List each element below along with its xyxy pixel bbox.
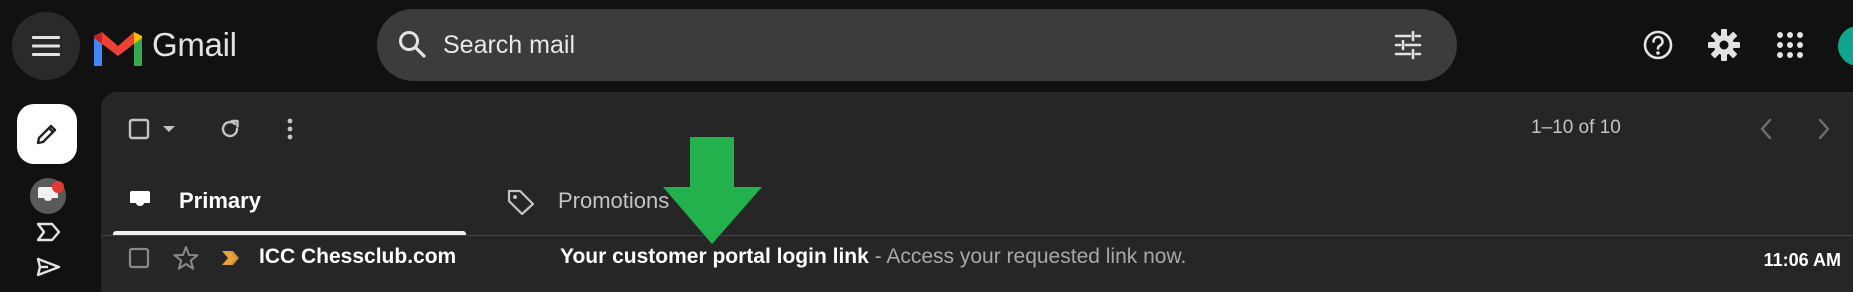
tab-promotions-label: Promotions — [558, 188, 670, 213]
inbox-icon — [129, 190, 151, 212]
chevron-left-icon — [1759, 118, 1773, 140]
compose-pencil-icon — [34, 121, 60, 147]
settings-button[interactable] — [1704, 25, 1744, 65]
older-button[interactable] — [1817, 118, 1831, 140]
more-vert-icon — [285, 117, 295, 141]
email-sender: ICC Chessclub.com — [259, 245, 457, 268]
refresh-button[interactable] — [218, 117, 242, 141]
checkbox-icon — [128, 247, 150, 269]
search-bar[interactable]: Search mail — [377, 9, 1457, 81]
more-options-button[interactable] — [285, 117, 295, 141]
checkbox-icon — [128, 118, 150, 140]
apps-button[interactable] — [1770, 25, 1810, 65]
email-snippet: - Access your requested link now. — [868, 245, 1187, 268]
app-name: Gmail — [152, 26, 237, 63]
label-icon[interactable] — [34, 221, 62, 247]
select-all-checkbox[interactable] — [128, 118, 150, 140]
row-checkbox[interactable] — [128, 247, 150, 269]
gmail-logo-icon[interactable] — [90, 26, 146, 66]
compose-button[interactable] — [17, 104, 77, 164]
notification-badge — [52, 181, 64, 193]
select-dropdown-button[interactable] — [162, 124, 176, 134]
search-input[interactable]: Search mail — [443, 9, 575, 81]
menu-icon — [32, 35, 60, 57]
tab-primary-label: Primary — [179, 188, 261, 213]
help-icon — [1642, 29, 1674, 61]
tab-primary[interactable]: Primary — [113, 178, 466, 233]
star-icon — [173, 245, 199, 271]
settings-icon — [1707, 28, 1741, 62]
account-avatar[interactable] — [1838, 26, 1853, 66]
email-subject: Your customer portal login link — [560, 245, 869, 268]
important-marker[interactable] — [221, 250, 241, 266]
chevron-right-icon — [1817, 118, 1831, 140]
tag-icon — [507, 189, 535, 215]
important-marker-icon — [221, 250, 241, 266]
email-subject-line: Your customer portal login link - Access… — [560, 244, 1186, 270]
apps-grid-icon — [1776, 31, 1804, 59]
search-icon[interactable] — [397, 29, 427, 59]
email-time: 11:06 AM — [1763, 250, 1841, 270]
star-button[interactable] — [173, 245, 199, 271]
refresh-icon — [218, 117, 242, 141]
main-menu-button[interactable] — [12, 12, 80, 80]
send-icon[interactable] — [34, 256, 62, 282]
pagination-count: 1–10 of 10 — [1531, 117, 1621, 138]
green-down-arrow-icon — [663, 137, 763, 245]
help-button[interactable] — [1638, 25, 1678, 65]
tune-icon[interactable] — [1393, 30, 1423, 60]
newer-button[interactable] — [1759, 118, 1773, 140]
dropdown-caret-icon — [162, 124, 176, 134]
